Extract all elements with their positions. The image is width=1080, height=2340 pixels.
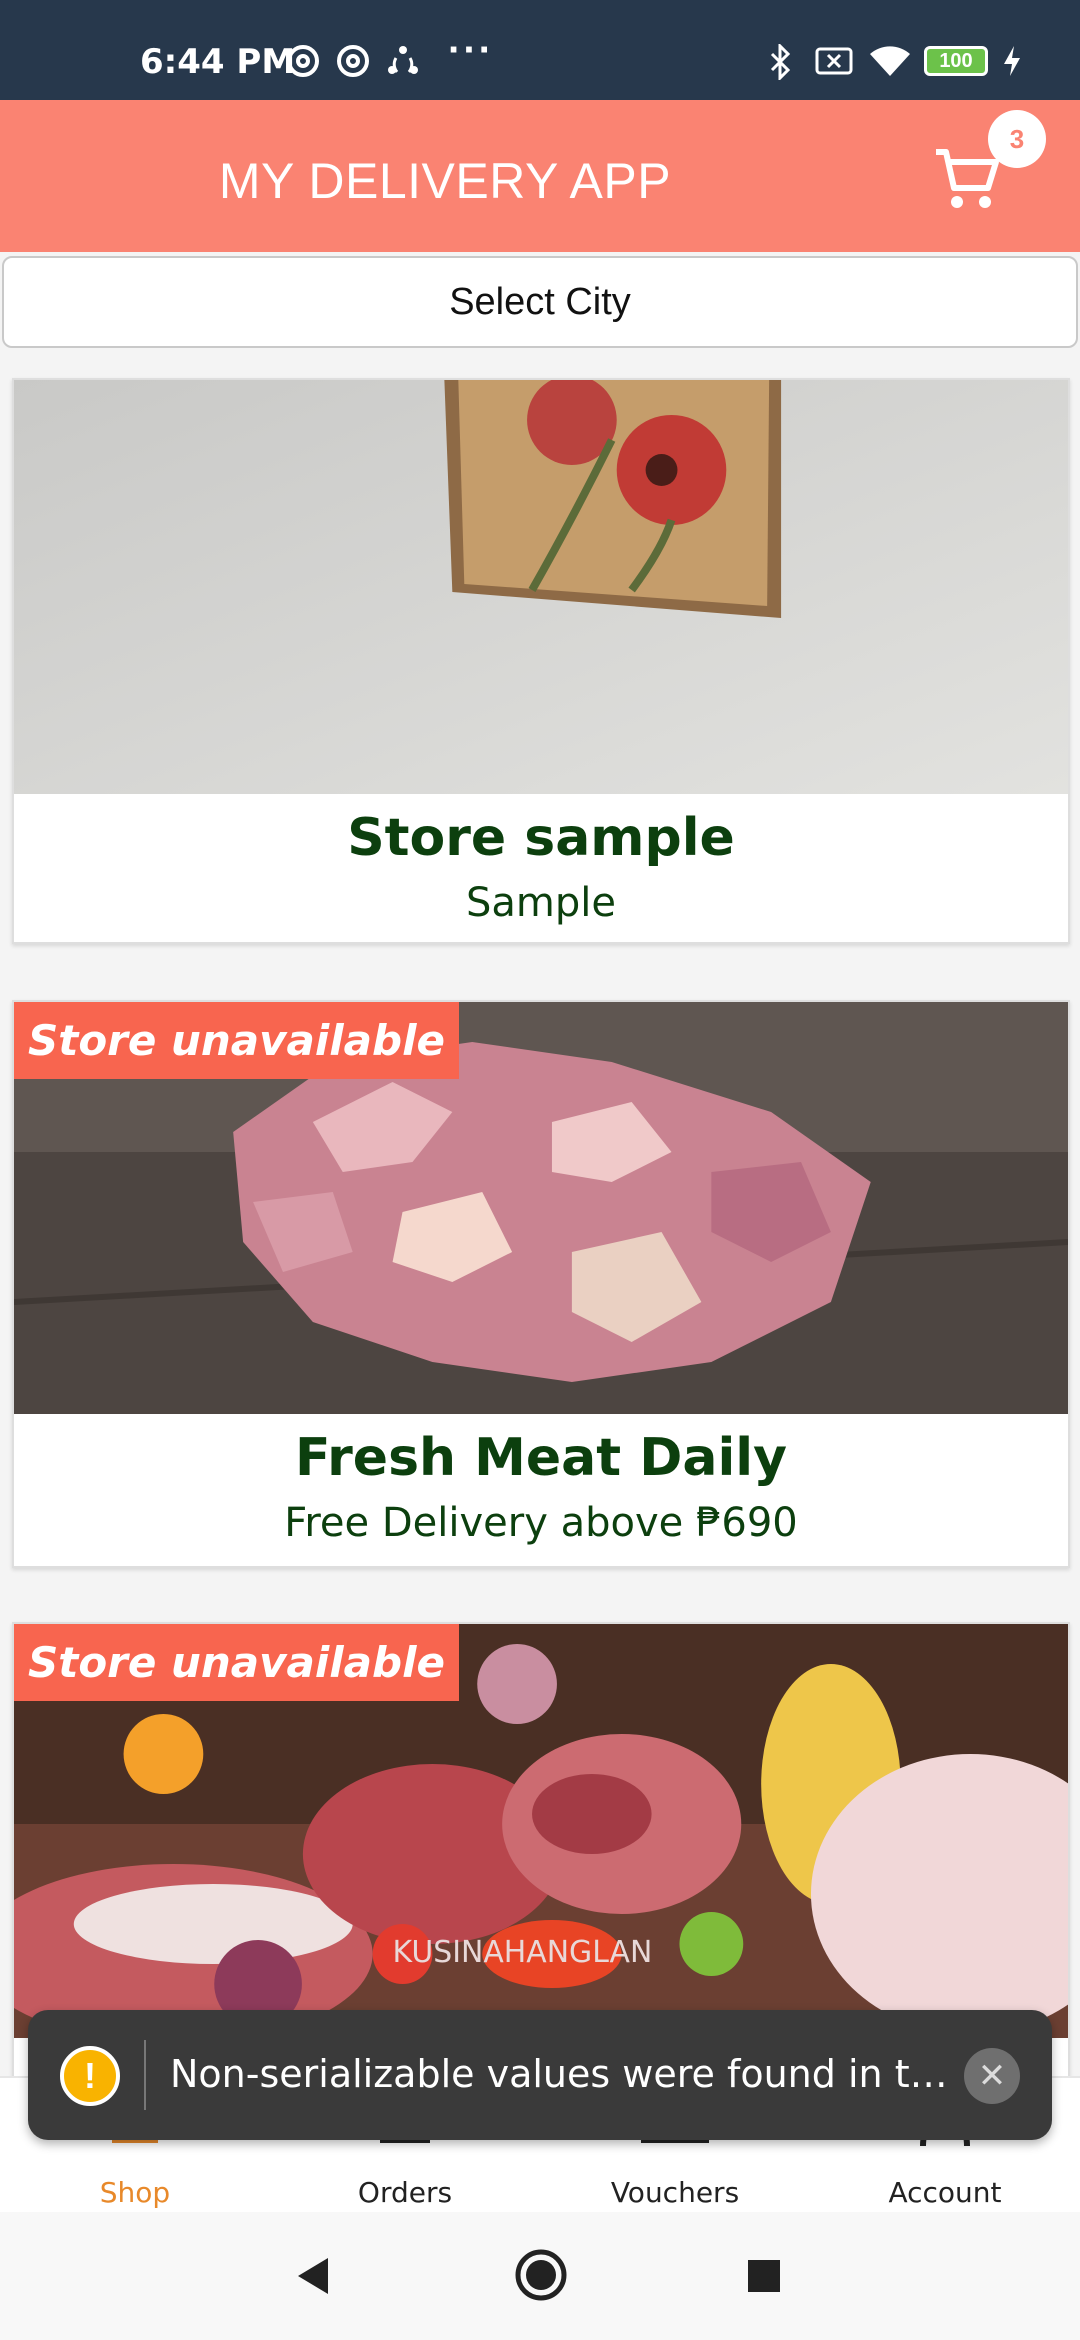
warning-icon: ! (60, 2046, 120, 2106)
toast-divider (144, 2040, 146, 2110)
wifi-icon (870, 46, 910, 76)
store-card[interactable]: Store sample Sample (12, 378, 1070, 944)
store-subtitle: Sample (466, 880, 616, 926)
app-title: MY DELIVERY APP (218, 153, 672, 209)
bluetooth-icon (770, 44, 791, 80)
image-watermark: KUSINAHANGLAN (393, 1935, 653, 1970)
store-title: Store sample (347, 808, 735, 868)
select-city-button[interactable]: Select City (2, 256, 1078, 348)
nav-label: Shop (99, 2176, 171, 2209)
toast-message: Non-serializable values were found in th… (170, 2052, 970, 2096)
status-time: 6:44 PM (140, 42, 296, 82)
battery-level: 100 (939, 49, 973, 72)
nav-label: Account (888, 2176, 1002, 2209)
back-icon[interactable] (296, 2256, 332, 2296)
recents-icon[interactable] (746, 2258, 782, 2294)
system-navigation-bar (0, 2212, 1080, 2340)
share-nodes-icon (388, 46, 418, 74)
more-dots-icon: ··· (448, 28, 494, 72)
store-unavailable-badge: Store unavailable (14, 1624, 459, 1701)
store-title: Fresh Meat Daily (294, 1428, 788, 1488)
no-sim-icon (815, 47, 853, 75)
store-subtitle: Free Delivery above ₱690 (284, 1500, 798, 1546)
app-header: MY DELIVERY APP (0, 100, 1080, 252)
warning-toast[interactable]: ! Non-serializable values were found in … (28, 2010, 1052, 2140)
store-card[interactable]: Store unavailable Fresh Meat Daily Free … (12, 1000, 1070, 1568)
status-bar: 6:44 PM ··· 100 (0, 0, 1080, 100)
charging-icon (1004, 46, 1020, 76)
cart-count-badge: 3 (988, 110, 1046, 168)
home-icon[interactable] (514, 2248, 568, 2302)
battery-icon: 100 (924, 46, 988, 76)
at-icon (287, 45, 319, 77)
store-image (14, 380, 1068, 794)
select-city-label: Select City (449, 280, 631, 323)
at-icon (337, 45, 369, 77)
store-unavailable-badge: Store unavailable (14, 1002, 459, 1079)
close-icon[interactable]: ✕ (964, 2048, 1020, 2104)
nav-label: Orders (357, 2176, 453, 2209)
nav-label: Vouchers (610, 2176, 740, 2209)
